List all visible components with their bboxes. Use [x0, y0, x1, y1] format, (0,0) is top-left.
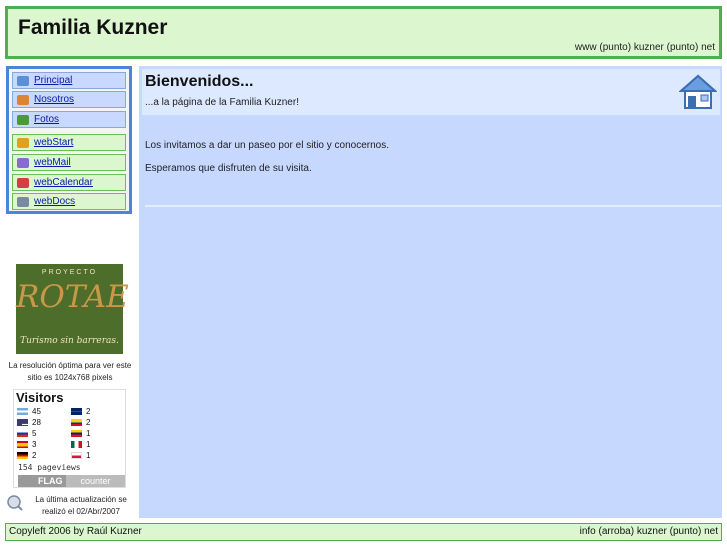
copyleft-text: Copyleft 2006 by Raúl Kuzner	[9, 526, 142, 537]
usa-flag-icon	[17, 419, 28, 427]
update-icon	[7, 495, 23, 511]
home-icon	[17, 75, 29, 86]
intro-paragraph: Los invitamos a dar un paseo por el siti…	[145, 140, 390, 151]
nav-link-webdocs[interactable]: webDocs	[34, 196, 75, 207]
welcome-title: Bienvenidos...	[145, 73, 254, 90]
visitor-row: 2	[17, 451, 36, 461]
poland-flag-icon	[71, 452, 82, 460]
site-title: Familia Kuzner	[18, 16, 168, 39]
flag-counter-logo[interactable]: FLAG counter	[18, 475, 125, 487]
visitor-row: 1	[71, 429, 90, 439]
germany-flag-icon	[17, 452, 28, 460]
argentina-flag-icon	[17, 408, 28, 416]
visitor-row: 1	[71, 440, 90, 450]
nav-item-webmail[interactable]: webMail	[12, 154, 126, 171]
nav-link-principal[interactable]: Principal	[34, 75, 72, 86]
promo-brand: ROTAE	[16, 279, 129, 315]
sidebar-nav: Principal Nosotros Fotos webStart webMai…	[6, 66, 132, 214]
colombia-flag-icon	[71, 419, 82, 427]
contact-email-text: info (arroba) kuzner (punto) net	[579, 526, 718, 537]
russia-flag-icon	[17, 430, 28, 438]
visitor-row: 28	[17, 418, 41, 428]
site-url-text: www (punto) kuzner (punto) net	[574, 42, 715, 53]
uk-flag-icon	[71, 408, 82, 416]
counter-flag-text: FLAG	[38, 476, 63, 486]
nav-item-fotos[interactable]: Fotos	[12, 111, 126, 128]
mail-icon	[17, 157, 29, 168]
pageviews-count: 154 pageviews	[18, 463, 81, 472]
visitor-row: 1	[71, 451, 90, 461]
photo-icon	[17, 114, 29, 125]
rotae-banner[interactable]: PROYECTO ROTAE Turismo sin barreras.	[16, 264, 129, 354]
nav-link-nosotros[interactable]: Nosotros	[34, 94, 74, 105]
visitor-row: 3	[17, 440, 36, 450]
site-footer: Copyleft 2006 by Raúl Kuzner info (arrob…	[5, 523, 722, 541]
nav-link-webcalendar[interactable]: webCalendar	[34, 177, 93, 188]
welcome-subtitle: ...a la página de la Familia Kuzner!	[145, 97, 299, 108]
brush-icon	[17, 137, 29, 148]
visitor-row: 5	[17, 429, 36, 439]
nav-item-webcalendar[interactable]: webCalendar	[12, 174, 126, 191]
nav-link-webmail[interactable]: webMail	[34, 157, 71, 168]
visitor-row: 2	[71, 407, 90, 417]
spain-flag-icon	[17, 441, 28, 449]
content-divider	[145, 205, 721, 207]
nav-item-webstart[interactable]: webStart	[12, 134, 126, 151]
people-icon	[17, 94, 29, 105]
promo-top-text: PROYECTO	[41, 269, 98, 276]
nav-link-webstart[interactable]: webStart	[34, 137, 73, 148]
content-header: Bienvenidos... ...a la página de la Fami…	[142, 69, 720, 115]
home-icon	[679, 74, 717, 109]
nav-link-fotos[interactable]: Fotos	[34, 114, 59, 125]
nav-item-nosotros[interactable]: Nosotros	[12, 91, 126, 108]
mexico-flag-icon	[71, 441, 82, 449]
visitor-row: 2	[71, 418, 90, 428]
nav-item-webdocs[interactable]: webDocs	[12, 193, 126, 210]
visitor-counter-widget[interactable]: Visitors 45 28 5 3 2 2 2 1 1 1 154 pagev…	[13, 389, 126, 488]
closing-paragraph: Esperamos que disfruten de su visita.	[145, 163, 312, 174]
calendar-icon	[17, 177, 29, 188]
counter-name-text: counter	[66, 475, 125, 487]
promo-tagline: Turismo sin barreras.	[20, 336, 119, 346]
visitor-row: 45	[17, 407, 41, 417]
visitors-title: Visitors	[16, 390, 64, 405]
nav-item-principal[interactable]: Principal	[12, 72, 126, 89]
resolution-note: La resolución óptima para ver este sitio…	[8, 361, 132, 382]
venezuela-flag-icon	[71, 430, 82, 438]
last-update-note: La última actualización se realizó el 02…	[35, 495, 127, 516]
document-icon	[17, 196, 29, 207]
site-header: Familia Kuzner www (punto) kuzner (punto…	[5, 6, 722, 59]
main-content: Bienvenidos... ...a la página de la Fami…	[139, 66, 722, 518]
